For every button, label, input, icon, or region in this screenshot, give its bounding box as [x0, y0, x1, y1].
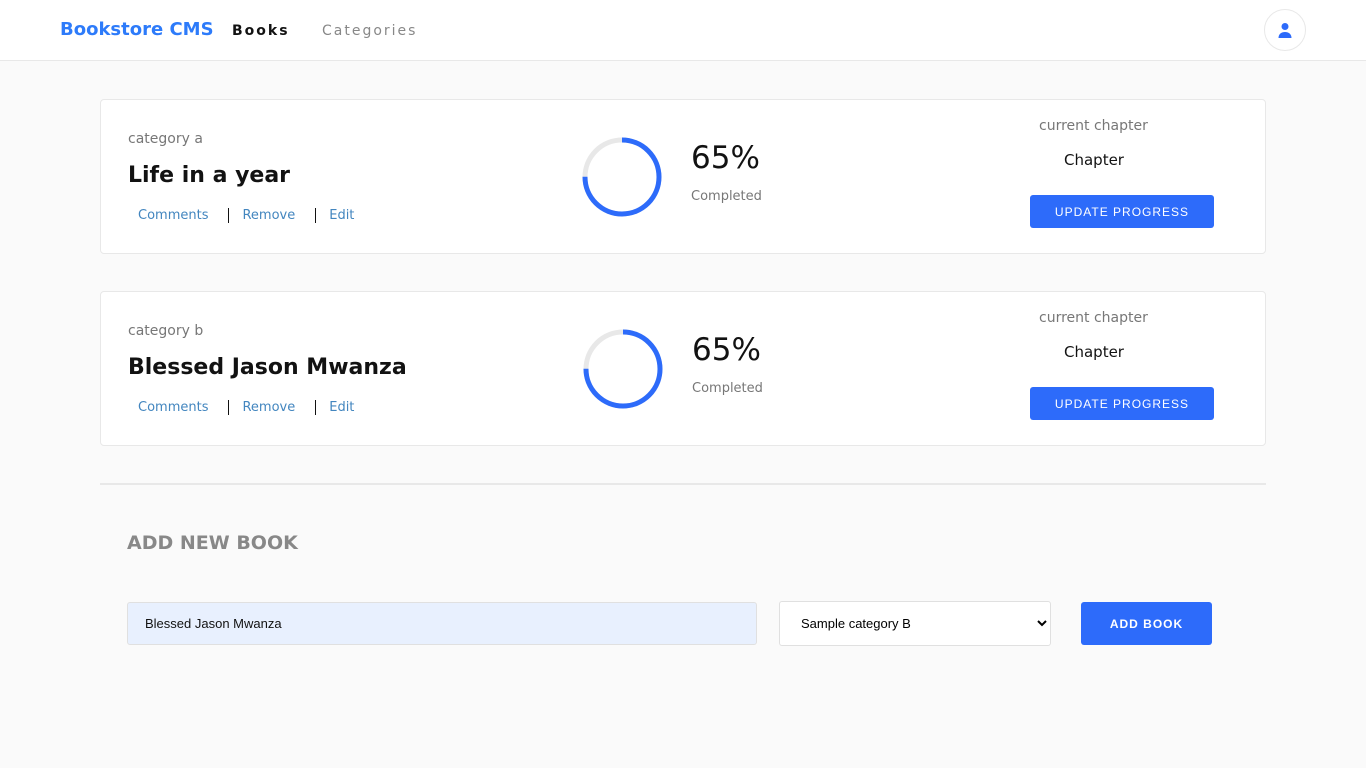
update-progress-button[interactable]: UPDATE PROGRESS	[1030, 387, 1214, 420]
current-chapter-label: current chapter	[1039, 310, 1148, 326]
separator	[228, 208, 230, 223]
current-chapter-label: current chapter	[1039, 118, 1148, 134]
edit-button[interactable]: Edit	[329, 400, 354, 415]
add-book-title: ADD NEW BOOK	[127, 532, 298, 554]
header: Bookstore CMS Books Categories	[0, 0, 1366, 61]
book-card: category b Blessed Jason Mwanza Comments…	[100, 291, 1266, 446]
edit-button[interactable]: Edit	[329, 208, 354, 223]
progress-ring	[582, 137, 662, 217]
divider	[100, 483, 1266, 485]
user-icon	[1278, 23, 1292, 38]
category-select[interactable]: Sample category B	[779, 601, 1051, 646]
comments-button[interactable]: Comments	[138, 400, 208, 415]
book-category: category b	[128, 323, 204, 339]
progress-ring	[583, 329, 663, 409]
separator	[315, 208, 317, 223]
progress-percent: 65%	[691, 140, 760, 176]
separator	[228, 400, 230, 415]
remove-button[interactable]: Remove	[242, 400, 295, 415]
progress-percent: 65%	[692, 332, 761, 368]
completed-label: Completed	[692, 381, 763, 396]
add-book-button[interactable]: ADD BOOK	[1081, 602, 1212, 645]
chapter-value: Chapter	[1064, 343, 1124, 361]
separator	[315, 400, 317, 415]
book-actions: Comments Remove Edit	[138, 208, 354, 223]
chapter-value: Chapter	[1064, 151, 1124, 169]
completed-label: Completed	[691, 189, 762, 204]
user-avatar-button[interactable]	[1264, 9, 1306, 51]
nav-categories[interactable]: Categories	[322, 23, 417, 39]
nav-books[interactable]: Books	[232, 23, 290, 39]
book-actions: Comments Remove Edit	[138, 400, 354, 415]
book-title-input[interactable]	[127, 602, 757, 645]
book-title: Blessed Jason Mwanza	[128, 355, 407, 380]
remove-button[interactable]: Remove	[242, 208, 295, 223]
update-progress-button[interactable]: UPDATE PROGRESS	[1030, 195, 1214, 228]
book-category: category a	[128, 131, 203, 147]
brand-logo[interactable]: Bookstore CMS	[60, 19, 214, 40]
book-card: category a Life in a year Comments Remov…	[100, 99, 1266, 254]
book-title: Life in a year	[128, 163, 291, 188]
comments-button[interactable]: Comments	[138, 208, 208, 223]
